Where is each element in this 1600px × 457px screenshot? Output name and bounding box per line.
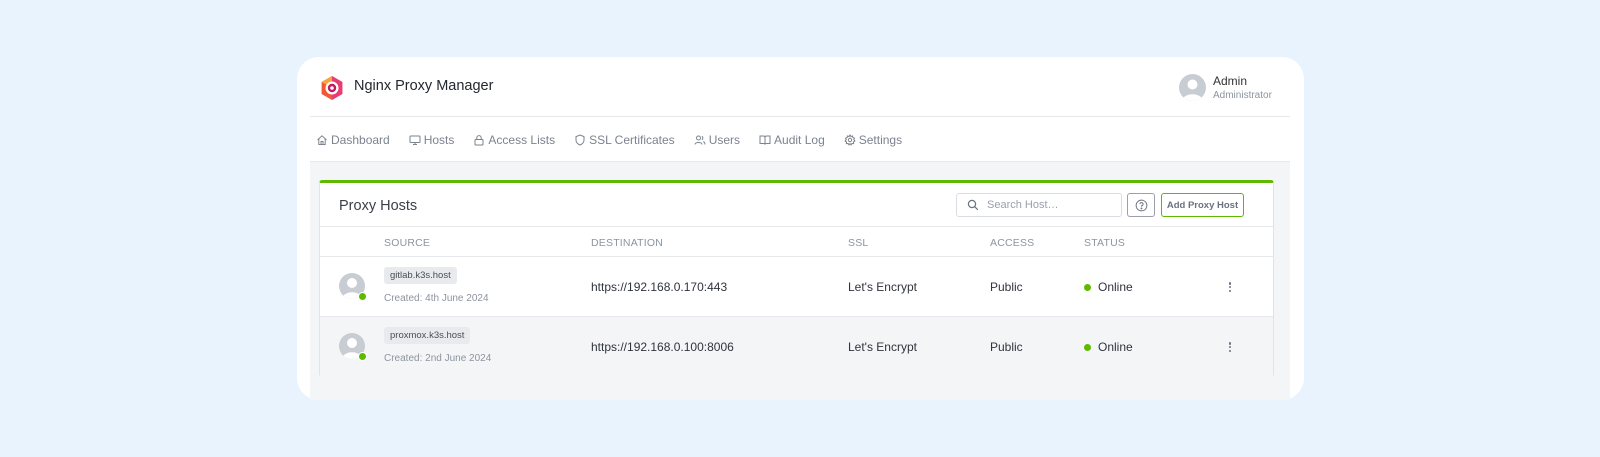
help-button[interactable]	[1127, 193, 1155, 217]
source-host-tag[interactable]: gitlab.k3s.host	[384, 267, 457, 284]
lock-icon	[474, 134, 484, 145]
nav-item-dashboard[interactable]: Dashboard	[316, 133, 390, 147]
search-host-field[interactable]	[956, 193, 1122, 217]
online-indicator	[358, 352, 367, 361]
nav-item-users[interactable]: Users	[694, 133, 740, 147]
user-name[interactable]: Admin	[1213, 74, 1247, 88]
nav-label-ssl-certificates: SSL Certificates	[589, 132, 675, 147]
column-header-ssl[interactable]: SSL	[848, 237, 868, 249]
main-nav: Dashboard Hosts Access Lists SSL Certifi…	[310, 118, 1290, 162]
nav-label-audit-log: Audit Log	[774, 132, 825, 147]
home-icon	[317, 134, 327, 145]
nav-label-users: Users	[708, 132, 741, 147]
status-dot	[1084, 344, 1091, 351]
nginx-proxy-manager-logo[interactable]	[319, 75, 345, 101]
gear-icon	[844, 133, 856, 146]
search-host-input[interactable]	[987, 197, 1117, 213]
help-icon	[1135, 199, 1147, 211]
access-cell: Public	[990, 280, 1023, 294]
ssl-cell: Let's Encrypt	[848, 280, 917, 294]
source-host-tag[interactable]: proxmox.k3s.host	[384, 327, 471, 344]
search-icon	[967, 199, 979, 211]
destination-cell: https://192.168.0.170:443	[591, 280, 728, 294]
shield-icon	[575, 133, 585, 146]
book-icon	[759, 135, 771, 145]
column-header-destination[interactable]: DESTINATION	[591, 237, 663, 249]
destination-cell: https://192.168.0.100:8006	[591, 340, 734, 354]
ssl-cell: Let's Encrypt	[848, 340, 917, 354]
column-header-source[interactable]: SOURCE	[384, 237, 430, 249]
user-role: Administrator	[1213, 90, 1272, 101]
online-indicator	[358, 292, 367, 301]
column-header-status[interactable]: STATUS	[1084, 237, 1125, 249]
row-menu-icon[interactable]	[1224, 339, 1236, 355]
app-title[interactable]: Nginx Proxy Manager	[354, 78, 493, 94]
nav-item-hosts[interactable]: Hosts	[409, 132, 455, 147]
nav-item-settings[interactable]: Settings	[844, 133, 902, 147]
status-cell: Online	[1098, 280, 1133, 294]
created-date: Created: 4th June 2024	[384, 293, 489, 304]
user-avatar[interactable]	[1179, 74, 1206, 101]
add-proxy-host-button[interactable]: Add Proxy Host	[1161, 193, 1244, 217]
status-dot	[1084, 284, 1091, 291]
top-header: Nginx Proxy Manager Admin Administrator	[310, 57, 1290, 117]
nav-item-ssl-certificates[interactable]: SSL Certificates	[574, 133, 675, 147]
table-header: SOURCE DESTINATION SSL ACCESS STATUS	[320, 226, 1273, 257]
table-row[interactable]: gitlab.k3s.host Created: 4th June 2024 h…	[320, 257, 1273, 317]
nav-label-hosts: Hosts	[423, 132, 455, 147]
nav-item-access-lists[interactable]: Access Lists	[473, 133, 555, 147]
monitor-icon	[409, 135, 421, 145]
created-date: Created: 2nd June 2024	[384, 353, 492, 364]
row-menu-icon[interactable]	[1224, 279, 1236, 295]
nav-item-audit-log[interactable]: Audit Log	[759, 133, 825, 147]
nav-label-dashboard: Dashboard	[331, 132, 390, 147]
panel-title: Proxy Hosts	[339, 198, 418, 214]
app-window: Nginx Proxy Manager Admin Administrator …	[297, 57, 1304, 400]
users-icon	[694, 135, 706, 145]
proxy-hosts-panel: Proxy Hosts Add Proxy Host SOURCE DESTIN…	[319, 180, 1274, 377]
access-cell: Public	[990, 340, 1023, 354]
table-row[interactable]: proxmox.k3s.host Created: 2nd June 2024 …	[320, 317, 1273, 377]
column-header-access[interactable]: ACCESS	[990, 237, 1034, 249]
nav-label-settings: Settings	[858, 132, 903, 147]
nav-label-access-lists: Access Lists	[488, 132, 556, 147]
status-cell: Online	[1098, 340, 1133, 354]
